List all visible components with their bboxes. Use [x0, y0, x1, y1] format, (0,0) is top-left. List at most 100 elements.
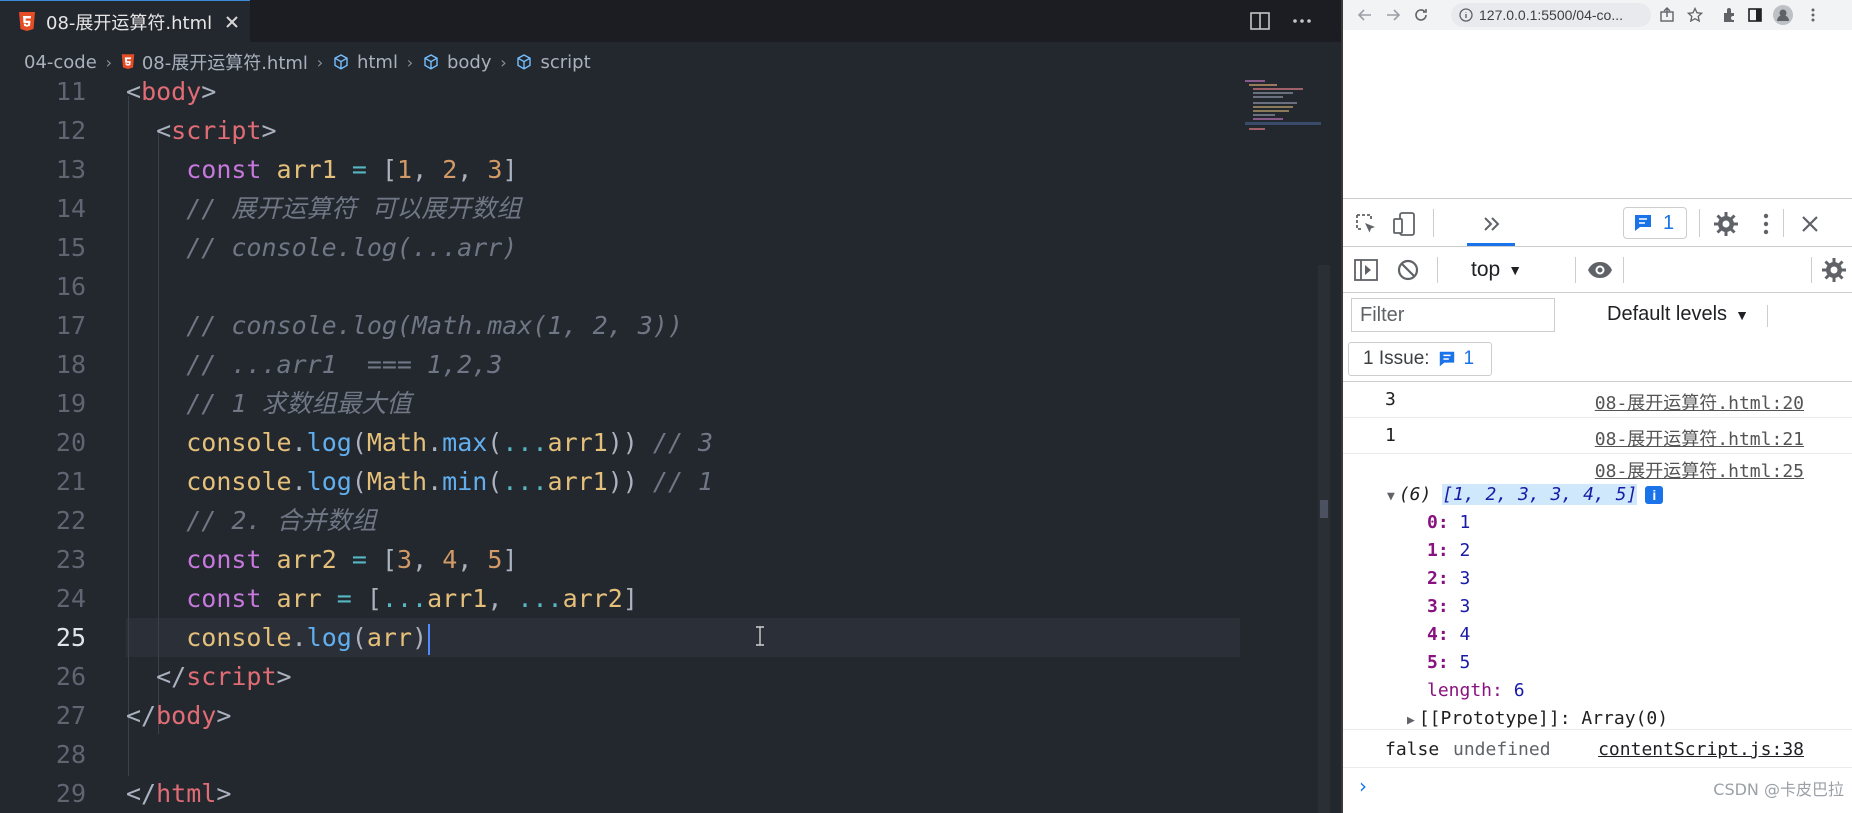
- expand-triangle-icon[interactable]: ▶: [1407, 713, 1415, 728]
- browser-toolbar: 127.0.0.1:5500/04-co...: [1343, 0, 1852, 30]
- console-log-row: false undefined contentScript.js:38: [1343, 732, 1852, 768]
- message-icon: [1635, 215, 1651, 231]
- url-text: 127.0.0.1:5500/04-co...: [1479, 7, 1623, 23]
- issues-label: 1 Issue:: [1363, 348, 1430, 369]
- chevron-right-icon: ›: [105, 52, 113, 72]
- toolbar-divider: [1767, 305, 1768, 327]
- log-value: undefined: [1453, 739, 1551, 760]
- info-icon[interactable]: [1459, 8, 1473, 22]
- message-icon: [1439, 351, 1454, 367]
- scrollbar-thumb[interactable]: [1320, 500, 1328, 518]
- context-selector[interactable]: top ▼: [1471, 258, 1522, 282]
- code-line-current: 25 console.log(arr): [0, 618, 1341, 657]
- tab-title: 08-展开运算符.html: [46, 12, 213, 34]
- console-toolbar: top ▼: [1343, 247, 1852, 293]
- toolbar-divider: [1623, 257, 1624, 283]
- console-output: 3 08-展开运算符.html:20 1 08-展开运算符.html:21 08…: [1343, 382, 1852, 813]
- scrollbar-track[interactable]: [1318, 265, 1330, 813]
- log-source-link[interactable]: 08-展开运算符.html:21: [1595, 425, 1804, 451]
- minimap[interactable]: [1245, 78, 1325, 138]
- close-icon[interactable]: [1797, 211, 1823, 237]
- code-line: 16: [55, 272, 86, 301]
- toolbar-divider: [1437, 257, 1438, 283]
- issues-badge[interactable]: 1: [1623, 207, 1687, 239]
- inspect-element-icon[interactable]: [1353, 211, 1379, 237]
- ibeam-cursor-icon: [756, 626, 764, 646]
- forward-arrow-icon[interactable]: [1385, 7, 1401, 23]
- dropdown-arrow-icon: ▼: [1735, 306, 1749, 323]
- toolbar-divider: [1699, 209, 1700, 237]
- code-line: 13 const arr1 = [1, 2, 3]: [55, 155, 518, 184]
- sidebar-icon[interactable]: [1747, 7, 1763, 23]
- expand-triangle-icon[interactable]: ▼: [1387, 489, 1395, 504]
- filter-input[interactable]: Filter: [1351, 298, 1555, 332]
- console-log-row: 3 08-展开运算符.html:20: [1343, 382, 1852, 418]
- dropdown-arrow-icon: ▼: [1508, 262, 1523, 278]
- back-arrow-icon[interactable]: [1357, 7, 1373, 23]
- editor-tab[interactable]: 08-展开运算符.html: [0, 0, 250, 42]
- address-bar[interactable]: 127.0.0.1:5500/04-co...: [1451, 3, 1651, 27]
- more-vertical-icon[interactable]: [1805, 7, 1821, 23]
- close-icon[interactable]: [222, 12, 242, 32]
- code-line: 21 console.log(Math.min(...arr1)) // 1: [55, 467, 714, 496]
- editor-tab-bar: 08-展开运算符.html: [0, 0, 1341, 42]
- log-levels-dropdown[interactable]: Default levels ▼: [1607, 303, 1749, 326]
- cube-icon: [334, 54, 348, 70]
- gear-icon[interactable]: [1713, 211, 1739, 237]
- array-length-summary: (6): [1398, 484, 1432, 505]
- extensions-icon[interactable]: [1721, 7, 1737, 23]
- share-icon[interactable]: [1659, 7, 1675, 23]
- log-source-link[interactable]: contentScript.js:38: [1598, 739, 1804, 760]
- code-editor[interactable]: 08-展开运算符.html 04-code › 08-展开运算符.html ›: [0, 0, 1341, 813]
- device-toolbar-icon[interactable]: [1391, 211, 1417, 237]
- toolbar-divider: [1783, 209, 1784, 237]
- split-editor-icon[interactable]: [1249, 10, 1271, 32]
- reload-icon[interactable]: [1413, 7, 1429, 23]
- log-source-link[interactable]: 08-展开运算符.html:20: [1595, 389, 1804, 415]
- array-entry: 5: 5: [1427, 652, 1471, 673]
- devtools-toolbar: 1: [1343, 199, 1852, 247]
- more-tabs-chevron-icon[interactable]: [1479, 211, 1505, 237]
- gear-icon[interactable]: [1821, 257, 1847, 283]
- more-vertical-icon[interactable]: [1753, 211, 1779, 237]
- info-icon[interactable]: i: [1645, 486, 1664, 504]
- avatar[interactable]: [1773, 5, 1793, 25]
- active-tab-indicator: [1467, 243, 1515, 246]
- array-entry: 3: 3: [1427, 596, 1471, 617]
- console-prompt-icon[interactable]: ›: [1359, 774, 1367, 798]
- eye-icon[interactable]: [1587, 257, 1613, 283]
- code-line: 22 // 2. 合并数组: [55, 506, 377, 535]
- clear-console-icon[interactable]: [1395, 257, 1421, 283]
- log-value: 1: [1385, 425, 1396, 446]
- context-label: top: [1471, 258, 1501, 281]
- breadcrumb-folder[interactable]: 04-code: [24, 52, 97, 73]
- show-sidebar-icon[interactable]: [1353, 257, 1379, 283]
- breadcrumb-script[interactable]: script: [515, 52, 591, 73]
- console-log-row: 08-展开运算符.html:25 ▼ (6) [1, 2, 3, 3, 4, 5]…: [1343, 454, 1852, 730]
- breadcrumb-html[interactable]: html: [332, 52, 398, 73]
- code-line: 14 // 展开运算符 可以展开数组: [55, 194, 522, 223]
- code-line: 15 // console.log(...arr): [55, 233, 518, 262]
- code-line: 20 console.log(Math.max(...arr1)) // 3: [55, 428, 714, 457]
- html5-icon: [18, 11, 36, 32]
- array-entry: 2: 3: [1427, 568, 1471, 589]
- toolbar-divider: [1811, 257, 1812, 283]
- watermark: CSDN @卡皮巴拉: [1713, 780, 1844, 799]
- log-source-link[interactable]: 08-展开运算符.html:25: [1595, 457, 1804, 483]
- array-length: length: 6: [1427, 680, 1525, 701]
- toolbar-divider: [1575, 257, 1576, 283]
- more-actions-icon[interactable]: [1291, 10, 1313, 32]
- levels-label: Default levels: [1607, 303, 1728, 325]
- issues-label-count: 1: [1463, 348, 1475, 369]
- cube-icon: [517, 54, 532, 70]
- issues-button[interactable]: 1 Issue: 1: [1348, 342, 1492, 376]
- array-entry: 0: 1: [1427, 512, 1471, 533]
- star-icon[interactable]: [1687, 7, 1703, 23]
- array-summary[interactable]: ▼ (6) [1, 2, 3, 3, 4, 5] i: [1387, 484, 1664, 505]
- prototype-label: [[Prototype]]: Array(0): [1418, 708, 1669, 729]
- code-line: 29 </html>: [55, 779, 232, 808]
- array-prototype[interactable]: ▶ [[Prototype]]: Array(0): [1407, 708, 1668, 729]
- chevron-right-icon: ›: [406, 52, 414, 72]
- array-entry: 1: 2: [1427, 540, 1471, 561]
- breadcrumb-body[interactable]: body: [422, 52, 491, 73]
